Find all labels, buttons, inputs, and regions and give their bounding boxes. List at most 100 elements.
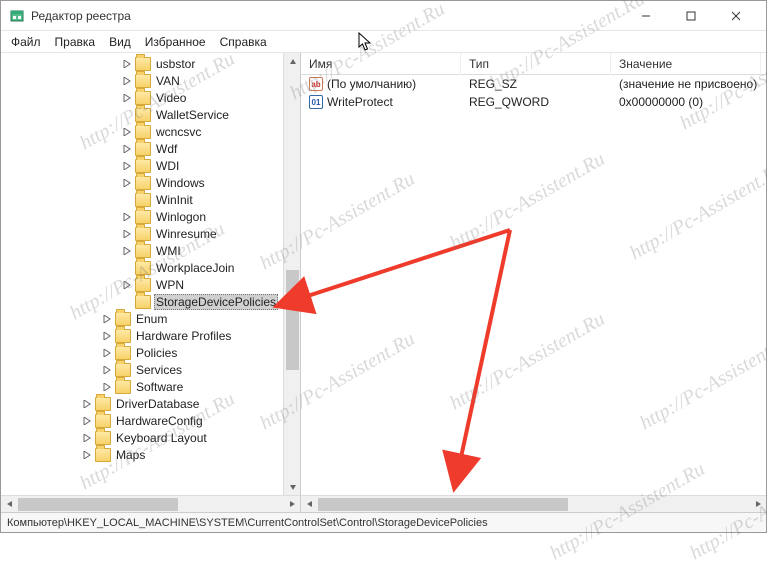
scroll-left-arrow[interactable]: [301, 496, 318, 513]
scroll-thumb[interactable]: [286, 270, 299, 370]
expander-closed-icon[interactable]: [81, 449, 93, 461]
scroll-track[interactable]: [18, 496, 283, 513]
expander-closed-icon[interactable]: [81, 432, 93, 444]
expander-closed-icon[interactable]: [101, 313, 113, 325]
menu-help[interactable]: Справка: [220, 35, 267, 49]
close-button[interactable]: [713, 1, 758, 31]
tree-item[interactable]: Enum: [1, 310, 300, 327]
tree-item[interactable]: usbstor: [1, 55, 300, 72]
folder-icon: [135, 261, 151, 275]
tree-item[interactable]: wcncsvc: [1, 123, 300, 140]
tree-item[interactable]: WDI: [1, 157, 300, 174]
expander-closed-icon[interactable]: [101, 347, 113, 359]
tree-item[interactable]: WinInit: [1, 191, 300, 208]
tree-item-label: WalletService: [154, 108, 231, 122]
tree-item[interactable]: Windows: [1, 174, 300, 191]
scroll-right-arrow[interactable]: [283, 496, 300, 513]
expander-closed-icon[interactable]: [121, 126, 133, 138]
menubar: Файл Правка Вид Избранное Справка: [1, 31, 766, 53]
tree-item[interactable]: WorkplaceJoin: [1, 259, 300, 276]
list-pane: Имя Тип Значение ab(По умолчанию)REG_SZ(…: [301, 53, 766, 512]
tree-item-label: wcncsvc: [154, 125, 203, 139]
tree-item[interactable]: Winlogon: [1, 208, 300, 225]
scroll-thumb[interactable]: [318, 498, 568, 511]
scroll-down-arrow[interactable]: [284, 478, 301, 495]
menu-favorites[interactable]: Избранное: [145, 35, 206, 49]
tree-item-label: Video: [154, 91, 188, 105]
scroll-up-arrow[interactable]: [284, 53, 301, 70]
folder-icon: [135, 125, 151, 139]
tree-item[interactable]: Software: [1, 378, 300, 395]
tree-item-label: Maps: [114, 448, 147, 462]
expander-closed-icon[interactable]: [121, 279, 133, 291]
string-value-icon: ab: [309, 77, 323, 91]
tree-item[interactable]: WPN: [1, 276, 300, 293]
tree-item-label: Windows: [154, 176, 207, 190]
expander-closed-icon[interactable]: [121, 245, 133, 257]
tree-view[interactable]: usbstorVAN Video WalletService wcncsvc WdfWD…: [1, 53, 300, 495]
expander-closed-icon[interactable]: [101, 330, 113, 342]
tree-item[interactable]: VAN: [1, 72, 300, 89]
column-header-value[interactable]: Значение: [611, 53, 761, 75]
folder-icon: [115, 380, 131, 394]
list-row[interactable]: 01WriteProtectREG_QWORD0x00000000 (0): [301, 93, 766, 111]
list-header: Имя Тип Значение: [301, 53, 766, 75]
value-name: (По умолчанию): [327, 77, 416, 91]
tree-item[interactable]: HardwareConfig: [1, 412, 300, 429]
scroll-track[interactable]: [318, 496, 749, 513]
column-header-type[interactable]: Тип: [461, 53, 611, 75]
tree-item[interactable]: Video: [1, 89, 300, 106]
expander-closed-icon[interactable]: [121, 58, 133, 70]
tree-horizontal-scrollbar[interactable]: [1, 495, 300, 512]
list-row[interactable]: ab(По умолчанию)REG_SZ(значение не присв…: [301, 75, 766, 93]
tree-item[interactable]: Keyboard Layout: [1, 429, 300, 446]
scroll-right-arrow[interactable]: [749, 496, 766, 513]
folder-icon: [115, 363, 131, 377]
content-area: usbstorVAN Video WalletService wcncsvc WdfWD…: [1, 53, 766, 512]
folder-icon: [135, 91, 151, 105]
tree-item-label: Wdf: [154, 142, 179, 156]
folder-icon: [115, 312, 131, 326]
tree-item-label: Keyboard Layout: [114, 431, 209, 445]
expander-closed-icon[interactable]: [121, 92, 133, 104]
tree-item[interactable]: Maps: [1, 446, 300, 463]
scroll-thumb[interactable]: [18, 498, 178, 511]
maximize-button[interactable]: [668, 1, 713, 31]
expander-closed-icon[interactable]: [121, 177, 133, 189]
tree-vertical-scrollbar[interactable]: [283, 53, 300, 495]
tree-item[interactable]: Services: [1, 361, 300, 378]
menu-file[interactable]: Файл: [11, 35, 41, 49]
expander-closed-icon[interactable]: [121, 160, 133, 172]
tree-item-label: Software: [134, 380, 185, 394]
expander-closed-icon[interactable]: [81, 415, 93, 427]
tree-item[interactable]: Hardware Profiles: [1, 327, 300, 344]
scroll-left-arrow[interactable]: [1, 496, 18, 513]
menu-view[interactable]: Вид: [109, 35, 131, 49]
tree-item[interactable]: Winresume: [1, 225, 300, 242]
expander-closed-icon[interactable]: [121, 211, 133, 223]
list-view[interactable]: ab(По умолчанию)REG_SZ(значение не присв…: [301, 75, 766, 495]
minimize-button[interactable]: [623, 1, 668, 31]
expander-closed-icon[interactable]: [121, 228, 133, 240]
folder-icon: [135, 295, 151, 309]
tree-item[interactable]: StorageDevicePolicies: [1, 293, 300, 310]
tree-item[interactable]: Wdf: [1, 140, 300, 157]
expander-closed-icon[interactable]: [101, 381, 113, 393]
tree-item-label: Policies: [134, 346, 179, 360]
tree-item[interactable]: DriverDatabase: [1, 395, 300, 412]
expander-closed-icon[interactable]: [121, 75, 133, 87]
column-header-name[interactable]: Имя: [301, 53, 461, 75]
expander-closed-icon[interactable]: [81, 398, 93, 410]
value-data: 0x00000000 (0): [611, 95, 761, 109]
menu-edit[interactable]: Правка: [55, 35, 96, 49]
tree-item-label: Enum: [134, 312, 169, 326]
expander-closed-icon[interactable]: [101, 364, 113, 376]
scroll-track[interactable]: [284, 70, 300, 478]
expander-closed-icon[interactable]: [121, 143, 133, 155]
tree-item-label: Services: [134, 363, 184, 377]
tree-item[interactable]: WMI: [1, 242, 300, 259]
tree-item[interactable]: Policies: [1, 344, 300, 361]
tree-item[interactable]: WalletService: [1, 106, 300, 123]
folder-icon: [95, 414, 111, 428]
list-horizontal-scrollbar[interactable]: [301, 495, 766, 512]
